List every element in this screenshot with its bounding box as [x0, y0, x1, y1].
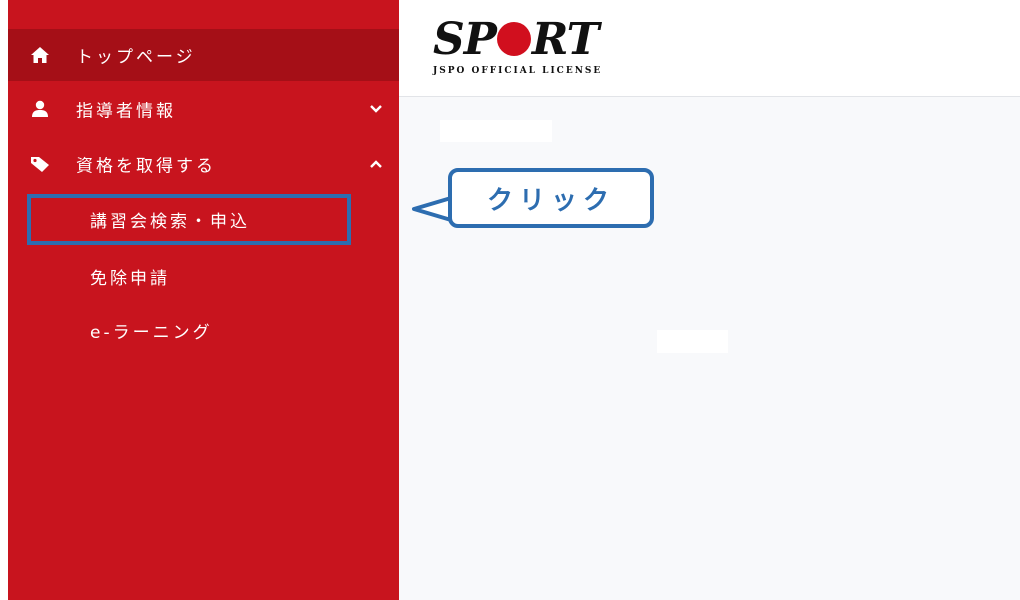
- placeholder-block: [440, 120, 552, 142]
- sidebar-item-top-page[interactable]: トップページ: [8, 29, 399, 81]
- chevron-down-icon[interactable]: [369, 102, 383, 116]
- sidebar-item-obtain-qualification[interactable]: 資格を取得する: [8, 136, 399, 191]
- click-callout: クリック: [448, 168, 654, 228]
- tag-icon: [30, 154, 50, 174]
- sidebar-item-label: 指導者情報: [76, 101, 176, 121]
- sidebar-item-label: トップページ: [76, 47, 196, 68]
- callout-text: クリック: [486, 185, 615, 216]
- sidebar-subitem-exemption[interactable]: 免除申請: [90, 264, 170, 289]
- user-icon: [30, 99, 50, 119]
- main-content: SP RT JSPO OFFICIAL LICENSE: [399, 0, 1020, 600]
- placeholder-block: [657, 330, 728, 353]
- sidebar-top-strip: [8, 0, 399, 29]
- sidebar-subitem-elearning[interactable]: e-ラーニング: [90, 318, 213, 343]
- logo-dot-icon: [496, 22, 531, 56]
- header: SP RT JSPO OFFICIAL LICENSE: [399, 0, 1020, 97]
- sidebar-item-instructor-info[interactable]: 指導者情報: [8, 81, 399, 136]
- chevron-up-icon[interactable]: [369, 157, 383, 171]
- callout-arrow-icon: [412, 196, 452, 222]
- highlight-box: [27, 194, 351, 245]
- logo-text-b: RT: [531, 14, 600, 65]
- sidebar: トップページ 指導者情報 資格を取得する 講習会検索・申込 免除申請 e-ラーニ…: [8, 0, 399, 600]
- logo-text-a: SP: [433, 14, 497, 65]
- home-icon: [30, 45, 50, 65]
- sport-logo[interactable]: SP RT: [433, 14, 600, 65]
- sidebar-item-label: 資格を取得する: [76, 156, 216, 176]
- logo-subtitle: JSPO OFFICIAL LICENSE: [433, 66, 603, 76]
